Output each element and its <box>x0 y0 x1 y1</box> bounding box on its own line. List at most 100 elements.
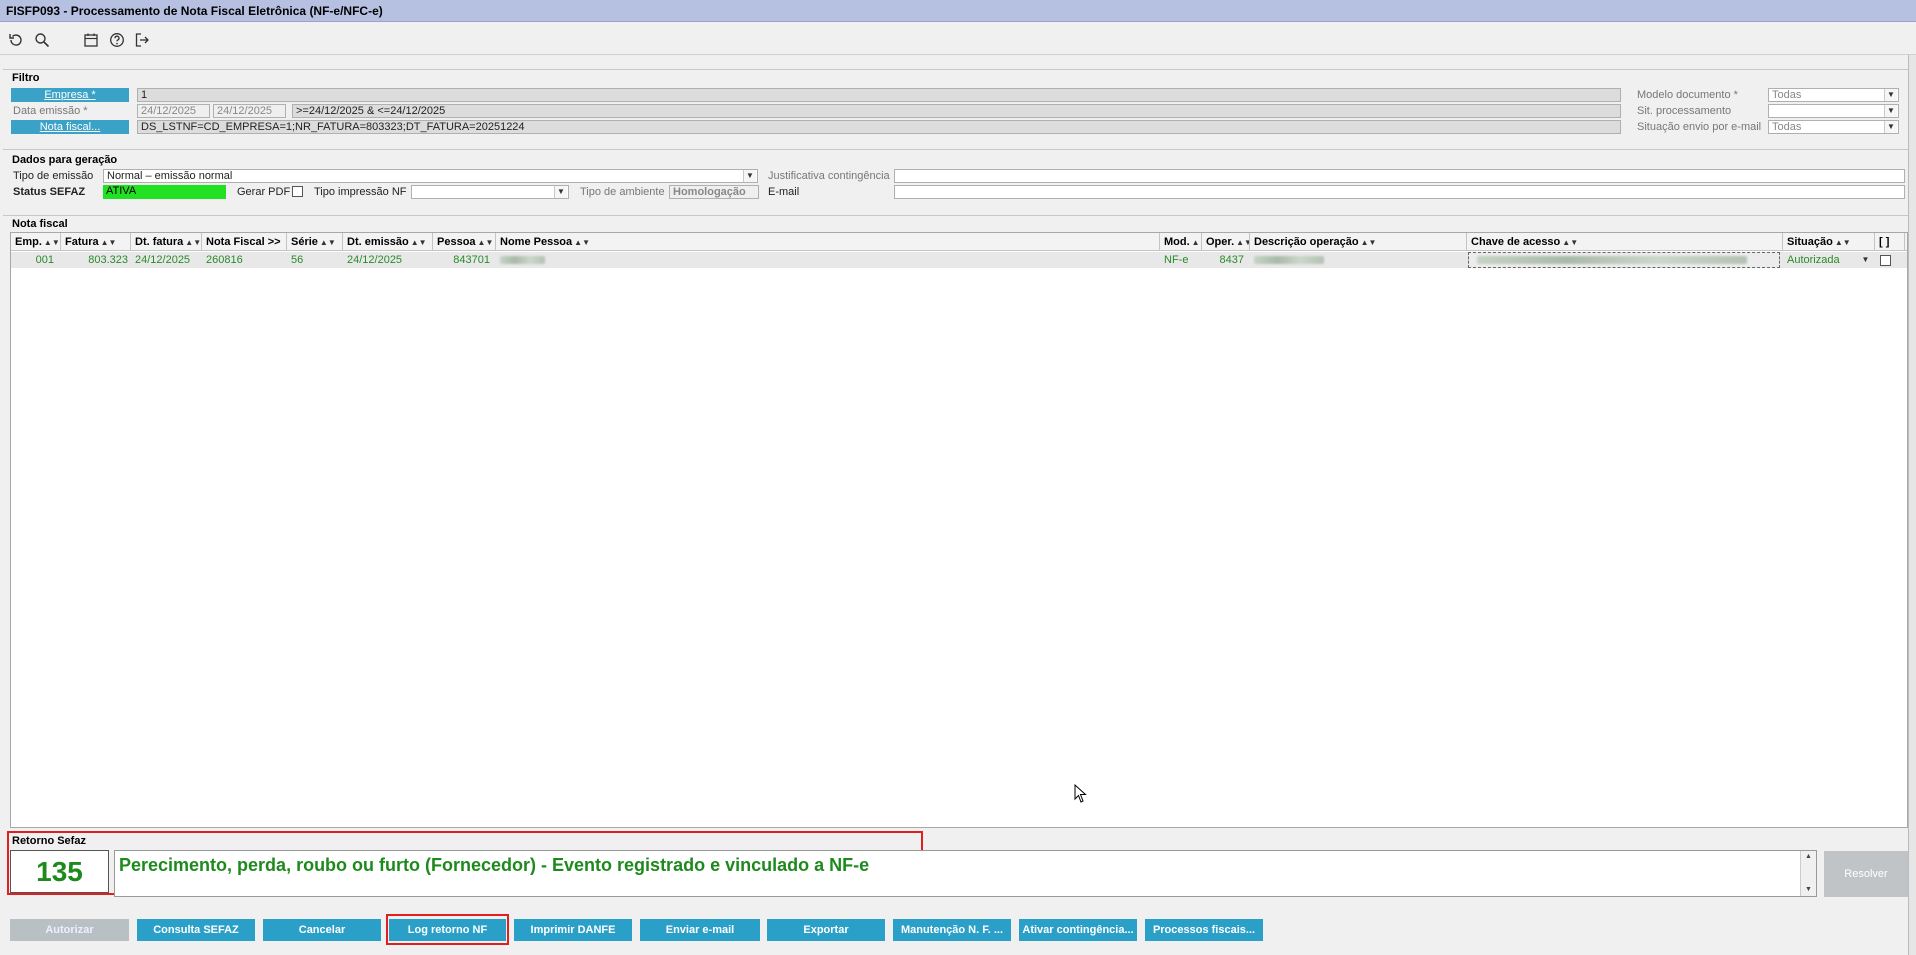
scrollbar[interactable]: ▲ ▼ <box>1800 851 1816 896</box>
data-ate-field[interactable]: 24/12/2025 <box>213 104 286 118</box>
col-chave-label: Chave de acesso <box>1471 236 1561 248</box>
chevron-down-icon[interactable]: ▼ <box>554 186 567 198</box>
redacted-text <box>1477 256 1747 264</box>
nota-fiscal-divider <box>3 215 1908 216</box>
sort-icon: ▲▼ <box>43 238 60 247</box>
email-label: E-mail <box>768 186 800 198</box>
col-fatura-label: Fatura <box>65 236 99 248</box>
nota-fiscal-expr-field[interactable]: DS_LSTNF=CD_EMPRESA=1;NR_FATURA=803323;D… <box>137 120 1621 134</box>
sort-icon: ▲▼ <box>410 238 427 247</box>
cell-emp: 001 <box>35 254 54 266</box>
retorno-code: 135 <box>10 850 109 893</box>
cell-situacao: Autorizada <box>1787 254 1840 266</box>
sort-icon: ▲▼ <box>1191 238 1201 247</box>
sit-processamento-label: Sit. processamento <box>1637 105 1732 117</box>
sort-icon: ▲▼ <box>574 238 590 247</box>
col-mod[interactable]: Mod.▲▼ <box>1160 233 1202 251</box>
sit-processamento-select[interactable]: ▼ <box>1768 104 1899 118</box>
table-row[interactable]: 001 803.323 24/12/2025 260816 56 24/12/2… <box>11 252 1907 268</box>
col-oper[interactable]: Oper.▲▼ <box>1202 233 1250 251</box>
col-fatura[interactable]: Fatura ▲▼ <box>61 233 131 251</box>
cell-chave-acesso[interactable] <box>1468 252 1780 268</box>
exit-icon[interactable] <box>134 32 150 48</box>
sort-icon: ▲▼ <box>1834 238 1851 247</box>
col-emp[interactable]: Emp. ▲▼ <box>11 233 61 251</box>
retorno-message-box: Perecimento, perda, roubo ou furto (Forn… <box>114 850 1817 897</box>
col-serie-label: Série <box>291 236 318 248</box>
tipo-ambiente-label: Tipo de ambiente <box>580 186 665 198</box>
col-pessoa[interactable]: Pessoa ▲▼ <box>433 233 496 251</box>
ativar-contingencia-button[interactable]: Ativar contingência... <box>1019 919 1137 941</box>
nota-fiscal-title: Nota fiscal <box>12 218 68 230</box>
nota-fiscal-grid: Emp. ▲▼ Fatura ▲▼ Dt. fatura ▲▼ Nota Fiscal… <box>10 232 1908 828</box>
col-nome-pessoa[interactable]: Nome Pessoa ▲▼ <box>496 233 1160 251</box>
chevron-down-icon[interactable]: ▼ <box>1884 105 1897 117</box>
sort-icon: ▲▼ <box>100 238 117 247</box>
col-nota-fiscal[interactable]: Nota Fiscal >> <box>202 233 287 251</box>
scroll-up-icon[interactable]: ▲ <box>1801 851 1816 863</box>
filtro-title: Filtro <box>12 72 40 84</box>
empresa-field[interactable]: 1 <box>137 88 1621 102</box>
empresa-button[interactable]: Empresa * <box>11 88 129 102</box>
col-nome-pessoa-label: Nome Pessoa <box>500 236 573 248</box>
gerar-pdf-checkbox[interactable] <box>292 186 303 197</box>
enviar-email-button[interactable]: Enviar e-mail <box>640 919 760 941</box>
autorizar-button[interactable]: Autorizar <box>10 919 129 941</box>
row-select-checkbox[interactable] <box>1880 255 1891 266</box>
undo-icon[interactable] <box>8 32 24 48</box>
exportar-button[interactable]: Exportar <box>767 919 885 941</box>
modelo-documento-label: Modelo documento * <box>1637 89 1738 101</box>
tipo-impressao-select[interactable]: ▼ <box>411 185 569 199</box>
scroll-down-icon[interactable]: ▼ <box>1801 884 1816 896</box>
right-scrollbar[interactable] <box>1908 55 1916 955</box>
col-situacao[interactable]: Situação ▲▼ <box>1783 233 1875 251</box>
tipo-impressao-label: Tipo impressão NF <box>314 186 407 198</box>
col-descricao-label: Descrição operação <box>1254 236 1359 248</box>
mouse-cursor-icon <box>1074 783 1088 807</box>
chevron-down-icon[interactable]: ▼ <box>1884 121 1897 133</box>
sort-icon: ▲▼ <box>185 238 202 247</box>
col-chave[interactable]: Chave de acesso ▲▼ <box>1467 233 1783 251</box>
cancelar-button[interactable]: Cancelar <box>263 919 381 941</box>
help-icon[interactable] <box>109 32 125 48</box>
processos-fiscais-button[interactable]: Processos fiscais... <box>1145 919 1263 941</box>
sort-icon: ▲▼ <box>477 238 494 247</box>
cell-descricao <box>1251 252 1461 268</box>
toolbar <box>0 23 1916 55</box>
cell-nome-pessoa <box>497 252 697 268</box>
situacao-envio-select[interactable]: Todas ▼ <box>1768 120 1899 134</box>
grid-header: Emp. ▲▼ Fatura ▲▼ Dt. fatura ▲▼ Nota Fiscal… <box>11 233 1907 251</box>
data-emissao-label: Data emissão * <box>13 105 88 117</box>
justificativa-field[interactable] <box>894 169 1905 183</box>
col-dt-fatura[interactable]: Dt. fatura ▲▼ <box>131 233 202 251</box>
data-de-field[interactable]: 24/12/2025 <box>137 104 210 118</box>
status-badge: ATIVA <box>103 185 226 199</box>
search-icon[interactable] <box>34 32 50 48</box>
calendar-icon[interactable] <box>83 32 99 48</box>
consulta-sefaz-button[interactable]: Consulta SEFAZ <box>137 919 255 941</box>
chevron-down-icon[interactable]: ▼ <box>743 170 756 182</box>
col-descricao[interactable]: Descrição operação ▲▼ <box>1250 233 1467 251</box>
col-serie[interactable]: Série ▲▼ <box>287 233 343 251</box>
col-select[interactable]: [ ] <box>1875 233 1905 251</box>
situacao-envio-label: Situação envio por e-mail <box>1637 121 1762 133</box>
status-sefaz-label: Status SEFAZ <box>13 186 86 198</box>
chevron-down-icon[interactable]: ▼ <box>1884 89 1897 101</box>
data-expr-field[interactable]: >=24/12/2025 & <=24/12/2025 <box>292 104 1621 118</box>
manutencao-button[interactable]: Manutenção N. F. ... <box>893 919 1011 941</box>
col-dt-emissao-label: Dt. emissão <box>347 236 409 248</box>
filtro-divider <box>3 69 1908 70</box>
imprimir-danfe-button[interactable]: Imprimir DANFE <box>514 919 632 941</box>
col-pessoa-label: Pessoa <box>437 236 476 248</box>
email-field[interactable] <box>894 185 1905 199</box>
tipo-emissao-select[interactable]: Normal – emissão normal ▼ <box>103 169 758 183</box>
cell-pessoa: 843701 <box>453 254 490 266</box>
log-retorno-highlight <box>386 914 509 945</box>
modelo-documento-select[interactable]: Todas ▼ <box>1768 88 1899 102</box>
col-situacao-label: Situação <box>1787 236 1833 248</box>
nota-fiscal-button[interactable]: Nota fiscal... <box>11 120 129 134</box>
resolver-button[interactable]: Resolver <box>1824 851 1908 897</box>
col-dt-fatura-label: Dt. fatura <box>135 236 184 248</box>
chevron-down-icon[interactable]: ▼ <box>1859 254 1872 266</box>
col-dt-emissao[interactable]: Dt. emissão ▲▼ <box>343 233 433 251</box>
